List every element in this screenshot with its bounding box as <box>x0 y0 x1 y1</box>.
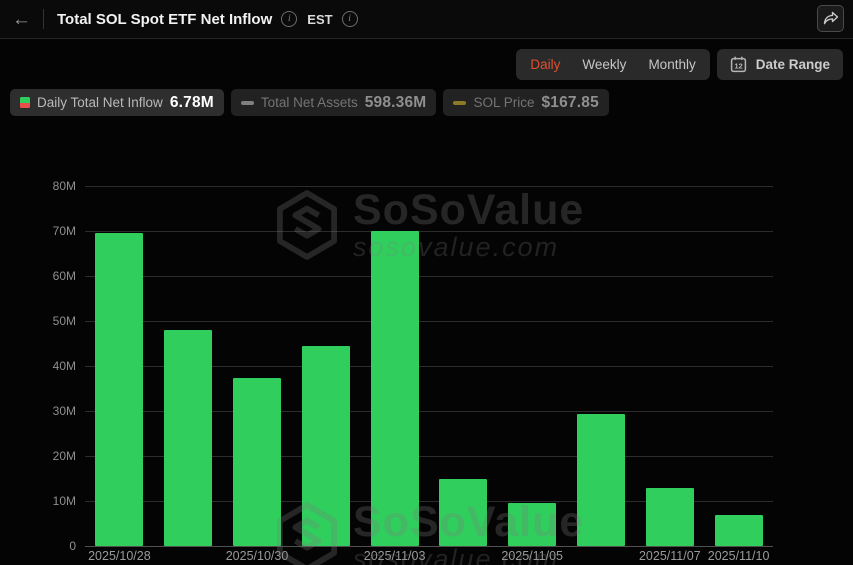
y-axis-tick-label: 50M <box>0 313 76 329</box>
bar-2025/10/28[interactable] <box>95 233 143 546</box>
bar-2025/11/03[interactable] <box>371 231 419 546</box>
y-axis-tick-label: 70M <box>0 223 76 239</box>
legend-label: Daily Total Net Inflow <box>37 95 163 110</box>
header-divider <box>43 9 44 29</box>
x-axis-tick-label: 2025/10/28 <box>88 549 151 563</box>
legend-label: SOL Price <box>473 95 534 110</box>
bar-2025/11/10[interactable] <box>715 515 763 546</box>
tab-daily[interactable]: Daily <box>530 57 560 72</box>
x-axis-tick-label: 2025/11/07 <box>639 549 701 563</box>
date-range-button[interactable]: 12 Date Range <box>717 49 843 80</box>
y-axis-tick-label: 40M <box>0 358 76 374</box>
y-axis-tick-label: 60M <box>0 268 76 284</box>
x-axis-tick-label: 2025/10/30 <box>226 549 289 563</box>
legend-value: $167.85 <box>541 94 598 112</box>
page-title: Total SOL Spot ETF Net Inflow <box>57 11 272 28</box>
bar-2025/10/29[interactable] <box>164 330 212 546</box>
info-icon[interactable]: i <box>281 11 297 27</box>
legend-item-total-net-assets[interactable]: Total Net Assets 598.36M <box>231 89 437 116</box>
info-icon[interactable]: i <box>342 11 358 27</box>
header: ← Total SOL Spot ETF Net Inflow i EST i <box>0 0 853 39</box>
y-axis-tick-label: 20M <box>0 448 76 464</box>
candle-down-half <box>20 103 30 109</box>
dash-icon <box>241 101 254 105</box>
tab-weekly[interactable]: Weekly <box>582 57 626 72</box>
timezone-label: EST <box>307 12 332 27</box>
calendar-icon: 12 <box>730 56 747 73</box>
legend-label: Total Net Assets <box>261 95 358 110</box>
x-axis-line <box>85 546 773 547</box>
y-axis-tick-label: 0 <box>0 538 76 554</box>
gridline <box>85 321 773 322</box>
date-range-label: Date Range <box>756 57 830 72</box>
share-icon <box>823 11 839 26</box>
watermark-brand: SoSoValue <box>353 188 584 232</box>
legend: Daily Total Net Inflow 6.78M Total Net Ass… <box>10 89 609 116</box>
x-axis-tick-label: 2025/11/03 <box>364 549 426 563</box>
app-window: ← Total SOL Spot ETF Net Inflow i EST i … <box>0 0 853 565</box>
gridline <box>85 231 773 232</box>
y-axis-tick-label: 10M <box>0 493 76 509</box>
sosovalue-logo-icon <box>276 189 338 261</box>
gridline <box>85 276 773 277</box>
legend-value: 6.78M <box>170 94 214 112</box>
legend-item-sol-price[interactable]: SOL Price $167.85 <box>443 89 608 116</box>
back-arrow-icon[interactable]: ← <box>12 10 31 29</box>
chart-area: SoSoValue sosovalue.com SoSoValue sosova… <box>0 130 853 565</box>
bar-2025/11/06[interactable] <box>577 414 625 546</box>
tab-monthly[interactable]: Monthly <box>648 57 695 72</box>
x-axis-tick-label: 2025/11/10 <box>708 549 770 563</box>
y-axis-tick-label: 30M <box>0 403 76 419</box>
legend-value: 598.36M <box>365 94 427 112</box>
view-tabs: Daily Weekly Monthly <box>516 49 709 80</box>
bar-2025/10/31[interactable] <box>302 346 350 546</box>
y-axis-tick-label: 80M <box>0 178 76 194</box>
legend-item-daily-total-net-inflow[interactable]: Daily Total Net Inflow 6.78M <box>10 89 224 116</box>
bar-2025/11/05[interactable] <box>508 503 556 546</box>
bar-2025/11/07[interactable] <box>646 488 694 546</box>
dash-icon <box>453 101 466 105</box>
toolbar: Daily Weekly Monthly 12 Date Range <box>516 49 843 80</box>
x-axis-tick-label: 2025/11/05 <box>501 549 563 563</box>
bar-2025/10/30[interactable] <box>233 378 281 546</box>
svg-text:12: 12 <box>734 62 742 71</box>
bar-2025/11/04[interactable] <box>439 479 487 546</box>
watermark: SoSoValue sosovalue.com <box>276 188 584 262</box>
gridline <box>85 186 773 187</box>
candle-icon <box>20 97 30 108</box>
share-button[interactable] <box>817 5 844 32</box>
